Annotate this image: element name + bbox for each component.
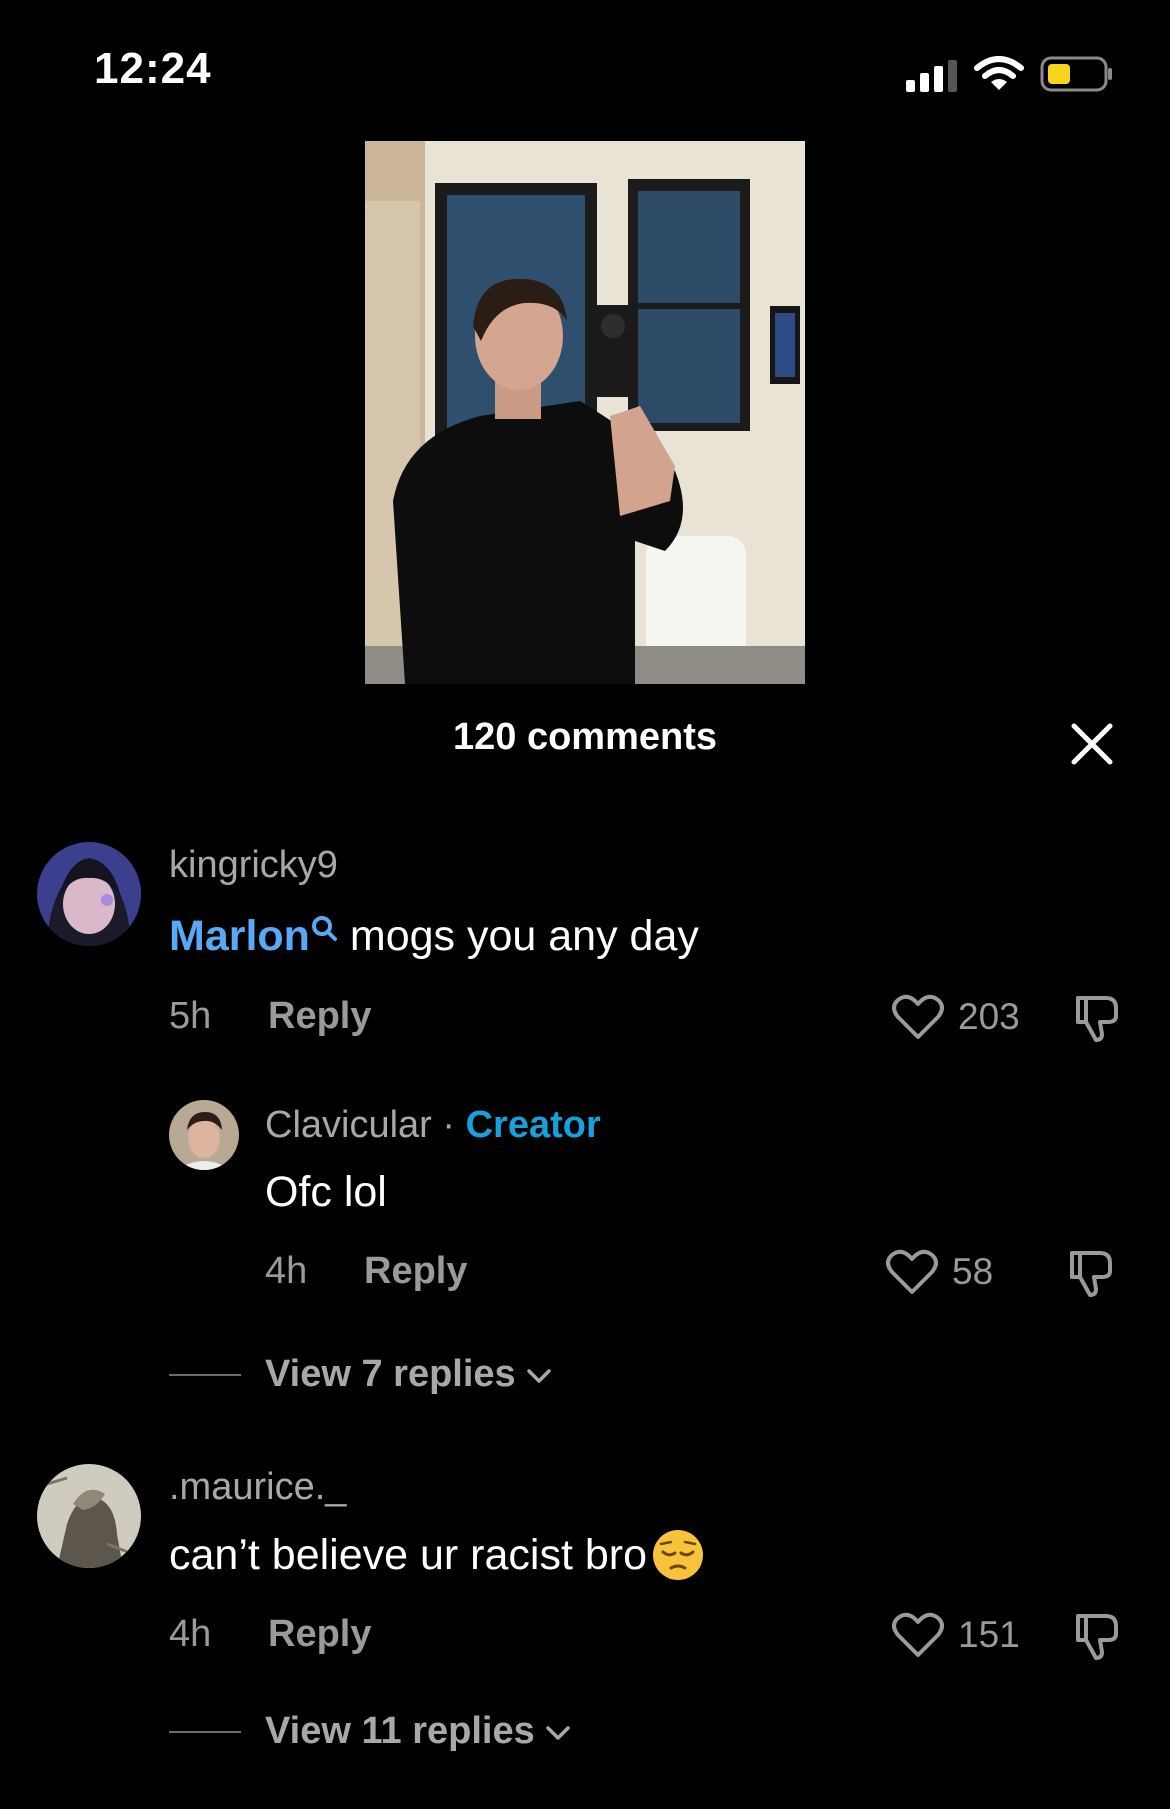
avatar-image bbox=[37, 1464, 141, 1568]
comment-username[interactable]: .maurice._ bbox=[169, 1466, 346, 1509]
creator-badge: Creator bbox=[465, 1104, 601, 1146]
comment-body: can’t believe ur racist bro bbox=[169, 1531, 647, 1579]
avatar[interactable] bbox=[37, 1464, 141, 1568]
comment-text: can’t believe ur racist bro😔 bbox=[169, 1529, 705, 1582]
comment-username[interactable]: kingricky9 bbox=[169, 844, 338, 887]
comments-count-title: 120 comments bbox=[452, 716, 717, 758]
cellular-signal-icon bbox=[906, 60, 957, 92]
like-count: 151 bbox=[958, 1614, 1020, 1655]
heart-icon[interactable] bbox=[892, 993, 944, 1041]
comment-text: Marlon mogs you any day bbox=[169, 912, 699, 961]
thumbnail-photo bbox=[365, 141, 805, 684]
chevron-down-icon bbox=[526, 1369, 551, 1383]
dislike-icon[interactable] bbox=[1066, 1247, 1118, 1299]
reply-text: Ofc lol bbox=[265, 1168, 387, 1216]
dislike-icon[interactable] bbox=[1072, 1610, 1124, 1662]
like-count: 58 bbox=[952, 1251, 994, 1292]
battery-icon bbox=[1040, 56, 1112, 92]
dislike-icon[interactable] bbox=[1072, 992, 1124, 1044]
avatar[interactable] bbox=[169, 1100, 239, 1170]
like-count: 203 bbox=[958, 996, 1020, 1037]
heart-icon[interactable] bbox=[892, 1611, 944, 1659]
avatar[interactable] bbox=[37, 842, 141, 946]
reply-timestamp: 4h bbox=[265, 1250, 308, 1292]
avatar-image bbox=[37, 842, 141, 946]
comment-timestamp: 5h bbox=[169, 995, 212, 1037]
avatar-image bbox=[169, 1100, 239, 1170]
divider bbox=[169, 1731, 241, 1733]
reply-username-row: Clavicular · Creator bbox=[265, 1104, 601, 1147]
view-replies-button[interactable]: View 11 replies bbox=[265, 1710, 573, 1753]
comment-timestamp: 4h bbox=[169, 1613, 212, 1655]
separator: · bbox=[431, 1104, 466, 1146]
view-replies-label: View 7 replies bbox=[265, 1353, 516, 1395]
status-time: 12:24 bbox=[94, 44, 212, 93]
reply-button[interactable]: Reply bbox=[364, 1250, 467, 1293]
divider bbox=[169, 1374, 241, 1376]
reply-button[interactable]: Reply bbox=[268, 1613, 371, 1656]
close-icon[interactable] bbox=[1068, 720, 1116, 768]
view-replies-button[interactable]: View 7 replies bbox=[265, 1353, 554, 1396]
comment-mention[interactable]: Marlon bbox=[169, 912, 310, 960]
heart-icon[interactable] bbox=[886, 1248, 938, 1296]
view-replies-label: View 11 replies bbox=[265, 1710, 535, 1752]
video-thumbnail[interactable] bbox=[365, 141, 805, 684]
reply-button[interactable]: Reply bbox=[268, 995, 371, 1038]
search-icon[interactable] bbox=[310, 914, 338, 944]
chevron-down-icon bbox=[545, 1726, 570, 1740]
wifi-icon bbox=[974, 56, 1024, 90]
comment-body: mogs you any day bbox=[337, 912, 699, 960]
reply-username[interactable]: Clavicular bbox=[265, 1104, 432, 1146]
pensive-face-emoji-icon bbox=[653, 1529, 703, 1580]
